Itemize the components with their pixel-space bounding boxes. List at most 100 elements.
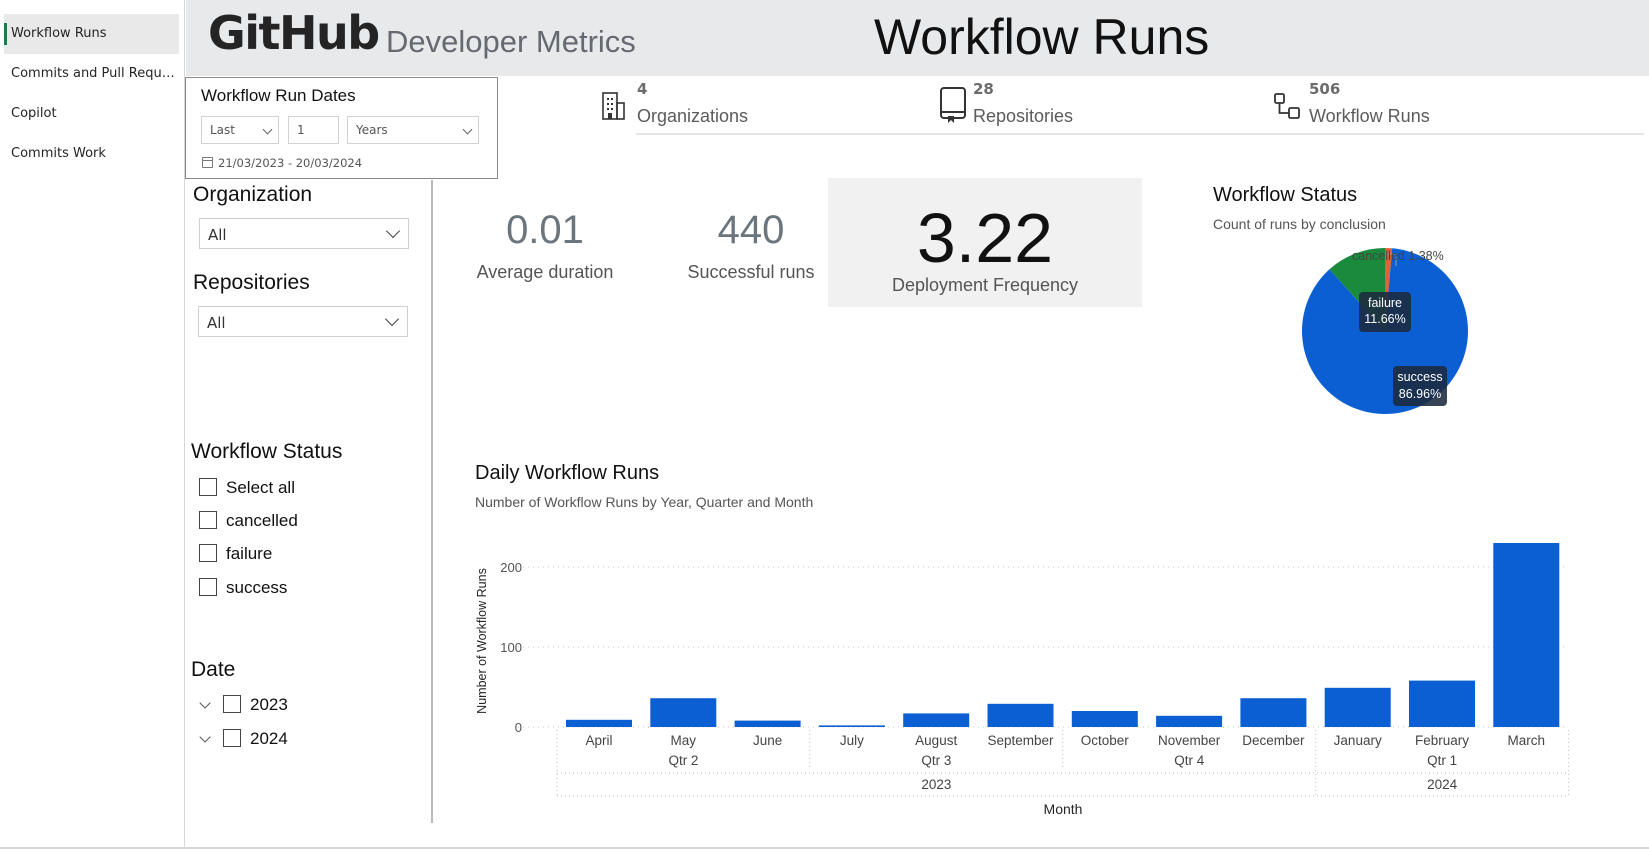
year-label: 2023 [250, 695, 288, 714]
bar-may[interactable] [650, 698, 717, 727]
bar-september[interactable] [987, 703, 1054, 727]
pie-label-success-name: success [1397, 370, 1442, 384]
status-option-label: success [226, 578, 288, 597]
pie-label-failure-name: failure [1368, 296, 1402, 310]
y-axis-title: Number of Workflow Runs [475, 568, 489, 714]
x-tick-label: November [1158, 733, 1221, 748]
chevron-down-icon[interactable] [199, 697, 211, 709]
kpi-divider [636, 133, 1644, 135]
kpi-value: 506 [1309, 80, 1341, 98]
bar-chart-title: Daily Workflow Runs [475, 462, 660, 484]
bar-october[interactable] [1071, 711, 1138, 727]
nav-item-workflow-runs[interactable]: Workflow Runs [4, 14, 179, 54]
bar-august[interactable] [903, 713, 970, 727]
nav-item-copilot[interactable]: Copilot [4, 94, 179, 134]
pie-label-cancelled: cancelled 1.38% [1352, 249, 1444, 263]
quarter-label: Qtr 1 [1427, 753, 1457, 768]
kpi-value: 28 [973, 80, 994, 98]
average-duration-value: 0.01 [506, 208, 584, 252]
relative-count-input[interactable]: 1 [288, 116, 339, 144]
header-banner: GitHub Developer Metrics Workflow Runs [186, 0, 1649, 76]
bar-april[interactable] [566, 719, 632, 727]
checkbox[interactable] [199, 544, 217, 562]
average-duration-label: Average duration [476, 262, 614, 282]
successful-runs-value: 440 [717, 208, 785, 252]
nav-item-commits-pull-requests[interactable]: Commits and Pull Requests [4, 54, 179, 94]
relative-unit-value: Years [356, 123, 388, 137]
checkbox[interactable] [199, 578, 217, 596]
relative-mode-dropdown[interactable]: Last [201, 116, 279, 144]
date-filter-label: Date [191, 658, 236, 681]
x-tick-label: March [1508, 733, 1546, 748]
status-option-failure[interactable]: failure [199, 544, 272, 568]
x-tick-label: February [1415, 733, 1469, 748]
kpi-label: Repositories [973, 106, 1074, 126]
deployment-frequency-label: Deployment Frequency [891, 275, 1079, 295]
x-tick-label: August [915, 733, 957, 748]
kpi-label: Organizations [637, 106, 749, 126]
workflow-status-filter-label: Workflow Status [191, 440, 343, 463]
chevron-down-icon [262, 124, 273, 135]
bar-january[interactable] [1324, 687, 1391, 727]
x-tick-label: June [753, 733, 782, 748]
checkbox[interactable] [199, 511, 217, 529]
repository-icon [940, 87, 966, 123]
bar-december[interactable] [1240, 698, 1307, 727]
chevron-down-icon [462, 124, 473, 135]
organization-dropdown[interactable]: All [199, 218, 409, 249]
checkbox[interactable] [223, 695, 241, 713]
status-option-label: failure [226, 544, 273, 563]
x-tick-label: April [585, 733, 612, 748]
year-label: 2024 [1427, 777, 1458, 792]
pie-chart-subtitle: Count of runs by conclusion [1213, 216, 1386, 232]
quarter-label: Qtr 4 [1174, 753, 1204, 768]
daily-workflow-runs-bar-chart: 0 100 200 April May June July August September O… [475, 543, 1570, 817]
date-year-2024[interactable]: 2024 [199, 729, 288, 753]
quarter-label: Qtr 3 [921, 753, 951, 768]
status-option-label: Select all [226, 478, 295, 497]
bar-july[interactable] [818, 725, 885, 727]
kpi-value: 4 [637, 80, 648, 98]
calendar-icon [202, 157, 213, 168]
status-option-success[interactable]: success [199, 578, 287, 602]
repositories-dropdown[interactable]: All [198, 306, 408, 337]
pie-label-success-pct: 86.96% [1399, 387, 1441, 401]
relative-mode-value: Last [210, 123, 235, 137]
bar-february[interactable] [1409, 680, 1475, 727]
status-option-label: cancelled [226, 511, 298, 530]
bar-march[interactable] [1493, 543, 1560, 727]
y-tick-label: 100 [500, 640, 522, 655]
x-tick-label: September [987, 733, 1054, 748]
bar-november[interactable] [1156, 715, 1223, 727]
chevron-down-icon[interactable] [199, 731, 211, 743]
deployment-frequency-card: 3.22 Deployment Frequency [828, 178, 1142, 307]
x-tick-label: July [840, 733, 864, 748]
x-tick-label: January [1334, 733, 1382, 748]
nav-item-commits-work[interactable]: Commits Work [4, 134, 179, 174]
year-label: 2023 [921, 777, 951, 792]
chevron-down-icon [385, 223, 401, 239]
date-range-text: 21/03/2023 - 20/03/2024 [202, 156, 362, 170]
relative-unit-dropdown[interactable]: Years [347, 116, 479, 144]
date-year-2023[interactable]: 2023 [199, 695, 288, 719]
organization-value: All [208, 226, 227, 244]
pie-chart-title: Workflow Status [1213, 184, 1358, 206]
organization-label: Organization [193, 183, 313, 206]
date-slicer-title: Workflow Run Dates [201, 86, 356, 105]
x-tick-label: May [671, 733, 697, 748]
status-option-cancelled[interactable]: cancelled [199, 511, 298, 535]
y-tick-label: 200 [500, 560, 522, 575]
repositories-value: All [207, 314, 226, 332]
x-tick-label: October [1081, 733, 1130, 748]
checkbox[interactable] [199, 478, 217, 496]
bar-june[interactable] [734, 720, 801, 727]
workflow-icon [1274, 93, 1300, 119]
y-tick-label: 0 [515, 720, 522, 735]
status-option-select-all[interactable]: Select all [199, 478, 295, 502]
workflow-status-pie-chart: cancelled 1.38% failure 11.66% success 8… [1302, 248, 1468, 414]
x-axis-title: Month [1044, 801, 1083, 817]
checkbox[interactable] [223, 729, 241, 747]
quarter-label: Qtr 2 [668, 753, 698, 768]
github-logo: GitHub [208, 6, 380, 60]
date-range-value: 21/03/2023 - 20/03/2024 [218, 156, 363, 170]
